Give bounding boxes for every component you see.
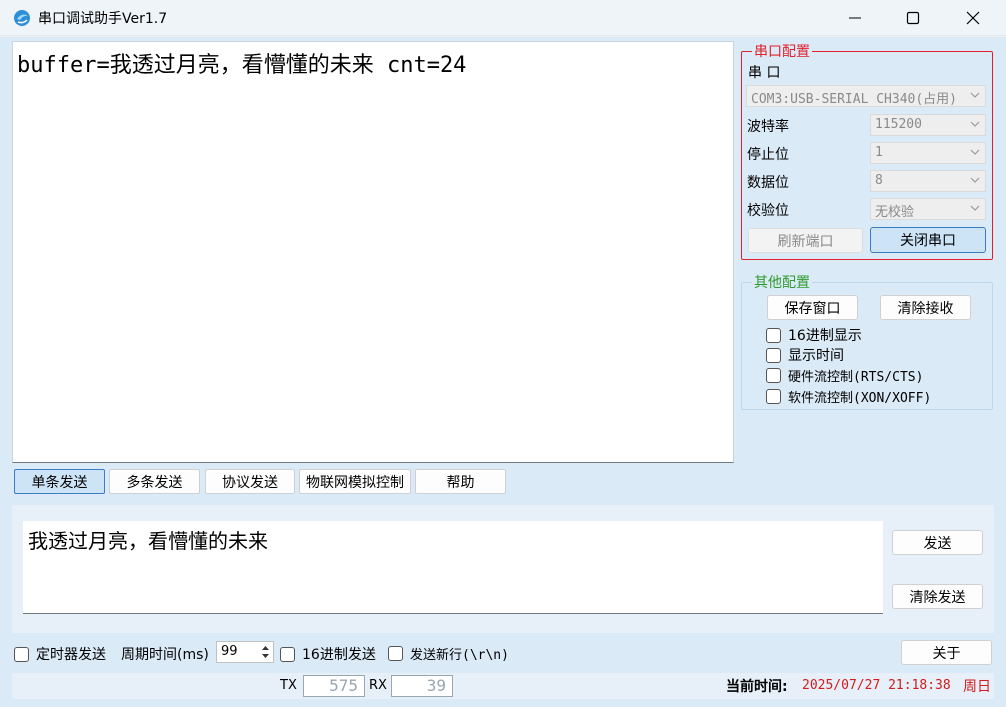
app-logo-icon (14, 10, 30, 26)
port-config-legend: 串口配置 (754, 44, 810, 60)
sw-flow-label: 软件流控制(XON/XOFF) (788, 391, 932, 406)
weekday-value: 周日 (963, 679, 991, 695)
clear-send-button[interactable]: 清除发送 (892, 584, 983, 609)
newline-checkbox[interactable]: 发送新行(\r\n) (388, 644, 509, 663)
chevron-down-icon (970, 121, 980, 127)
chevron-down-icon (970, 149, 980, 155)
chevron-down-icon (970, 205, 980, 211)
period-value: 99 (221, 644, 238, 659)
checkbox-box (14, 646, 29, 662)
save-window-button[interactable]: 保存窗口 (767, 295, 858, 320)
show-time-label: 显示时间 (788, 348, 844, 364)
stop-bits-select[interactable]: 1 (870, 142, 986, 164)
tab-single-send[interactable]: 单条发送 (14, 469, 105, 494)
hex-send-checkbox[interactable]: 16进制发送 (280, 644, 376, 664)
minimize-icon (849, 17, 861, 19)
hex-display-checkbox[interactable]: 16进制显示 (766, 325, 862, 345)
data-bits-select[interactable]: 8 (870, 170, 986, 192)
baud-label: 波特率 (747, 119, 789, 135)
hex-display-label: 16进制显示 (788, 328, 862, 344)
tx-label: TX (280, 678, 297, 693)
period-stepper[interactable]: 99 (216, 641, 274, 663)
checkbox-box (766, 368, 781, 383)
chevron-down-icon (970, 92, 980, 98)
receive-textarea[interactable]: buffer=我透过月亮，看懵懂的未来 cnt=24 (12, 41, 734, 463)
send-mode-tabs: 单条发送 多条发送 协议发送 物联网模拟控制 帮助 (12, 469, 994, 501)
spin-arrows-icon[interactable] (259, 643, 272, 661)
rx-counter: 39 (391, 675, 453, 697)
send-button[interactable]: 发送 (892, 530, 983, 555)
port-select[interactable]: COM3:USB-SERIAL CH340(占用) (746, 85, 986, 107)
tab-multi-send[interactable]: 多条发送 (109, 469, 200, 494)
tx-counter: 575 (303, 675, 365, 697)
send-panel: 我透过月亮，看懵懂的未来 发送 清除发送 (12, 505, 994, 633)
timer-send-checkbox[interactable]: 定时器发送 (14, 644, 106, 664)
send-textarea[interactable]: 我透过月亮，看懵懂的未来 (23, 521, 883, 614)
refresh-port-button[interactable]: 刷新端口 (748, 228, 863, 253)
maximize-button[interactable] (884, 0, 942, 36)
show-time-checkbox[interactable]: 显示时间 (766, 345, 844, 365)
window-title: 串口调试助手Ver1.7 (38, 11, 168, 27)
baud-select[interactable]: 115200 (870, 114, 986, 136)
client-area: buffer=我透过月亮，看懵懂的未来 cnt=24 串口配置 串 口 COM3… (0, 37, 1006, 707)
current-time-label: 当前时间: (726, 679, 788, 695)
port-select-value: COM3:USB-SERIAL CH340(占用) (751, 92, 958, 107)
hex-send-label: 16进制发送 (302, 647, 376, 663)
hw-flow-label: 硬件流控制(RTS/CTS) (788, 370, 924, 385)
maximize-icon (906, 11, 920, 25)
baud-select-value: 115200 (875, 117, 922, 132)
sw-flow-checkbox[interactable]: 软件流控制(XON/XOFF) (766, 387, 931, 406)
parity-label: 校验位 (747, 203, 789, 219)
close-button[interactable] (944, 0, 1002, 36)
tab-iot-control[interactable]: 物联网模拟控制 (299, 469, 411, 494)
minimize-button[interactable] (826, 0, 884, 36)
period-label: 周期时间(ms) (121, 647, 209, 663)
close-icon (966, 11, 980, 25)
checkbox-box (766, 389, 781, 404)
timer-send-label: 定时器发送 (36, 647, 106, 663)
chevron-down-icon (970, 177, 980, 183)
checkbox-box (766, 327, 781, 343)
port-label: 串 口 (748, 65, 781, 81)
current-time-value: 2025/07/27 21:18:38 (802, 678, 951, 693)
checkbox-box (766, 347, 781, 363)
checkbox-box (388, 646, 403, 661)
data-bits-label: 数据位 (747, 175, 789, 191)
clear-receive-button[interactable]: 清除接收 (880, 295, 971, 320)
tab-protocol-send[interactable]: 协议发送 (205, 469, 295, 494)
data-bits-select-value: 8 (875, 173, 883, 188)
parity-select-value: 无校验 (875, 205, 915, 220)
close-port-button[interactable]: 关闭串口 (870, 227, 986, 253)
status-bar: TX 575 RX 39 当前时间: 2025/07/27 21:18:38 周… (12, 673, 994, 699)
rx-label: RX (369, 678, 387, 693)
stop-bits-select-value: 1 (875, 145, 883, 160)
other-config-legend: 其他配置 (754, 275, 810, 291)
title-bar: 串口调试助手Ver1.7 (0, 0, 1006, 36)
tab-help[interactable]: 帮助 (415, 469, 506, 494)
stop-bits-label: 停止位 (747, 147, 789, 163)
checkbox-box (280, 646, 295, 662)
parity-select[interactable]: 无校验 (870, 198, 986, 220)
about-button[interactable]: 关于 (901, 640, 992, 665)
newline-label: 发送新行(\r\n) (410, 648, 509, 663)
hw-flow-checkbox[interactable]: 硬件流控制(RTS/CTS) (766, 366, 923, 385)
